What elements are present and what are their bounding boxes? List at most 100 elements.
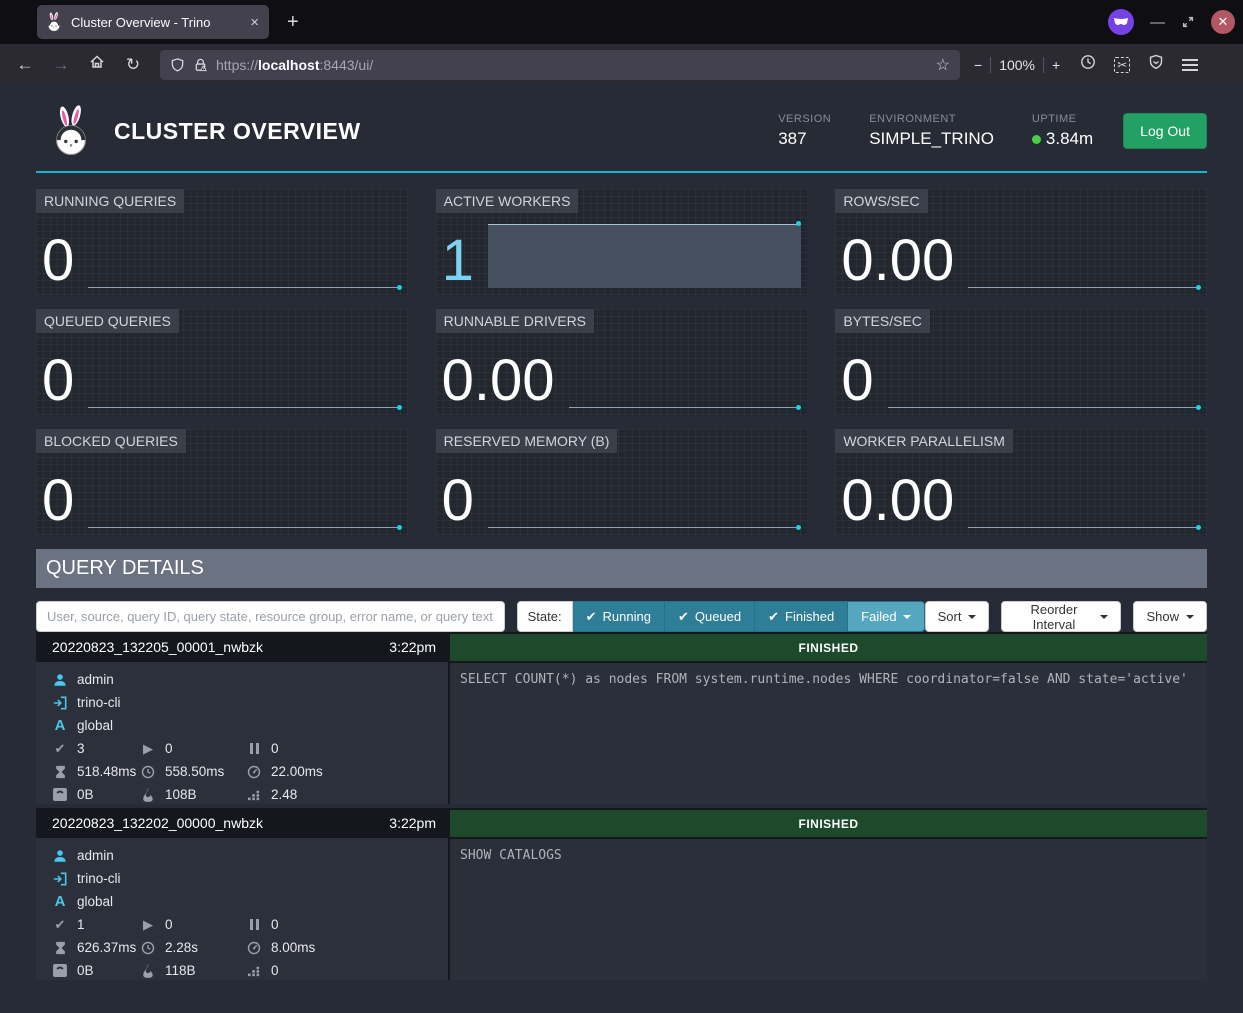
new-tab-button[interactable]: +: [287, 11, 299, 34]
stat-tiles: 0 RUNNING QUERIES 1 ACTIVE WORKERS 0.00 …: [36, 189, 1207, 536]
tab-close-icon[interactable]: ×: [248, 14, 261, 31]
uptime-block: UPTIME 3.84m: [1032, 113, 1093, 149]
queued-splits: 0: [271, 917, 279, 932]
queued-splits-pause-icon: [246, 919, 262, 930]
show-dropdown[interactable]: Show: [1133, 601, 1207, 632]
chevron-down-icon: [903, 615, 911, 619]
browser-tab[interactable]: Cluster Overview - Trino ×: [37, 5, 269, 39]
app-header: CLUSTER OVERVIEW VERSION 387 ENVIRONMENT…: [36, 85, 1207, 173]
tile-label: ACTIVE WORKERS: [436, 189, 579, 213]
cumulative-memory: 2.48: [271, 787, 297, 802]
tile-label: RESERVED MEMORY (B): [436, 429, 618, 453]
state-queued-button[interactable]: ✔ Queued: [665, 601, 755, 632]
environment-value: SIMPLE_TRINO: [869, 129, 994, 149]
tile-blocked-queries: 0 BLOCKED QUERIES: [36, 429, 408, 536]
cumulative-memory-bars-icon: [246, 965, 262, 977]
sparkline-endpoint-dot: [397, 525, 402, 530]
user-icon: [52, 673, 68, 687]
window-minimize-button[interactable]: —: [1150, 14, 1165, 31]
tile-value: 0.00: [841, 230, 954, 292]
completed-splits: 1: [77, 917, 85, 932]
window-maximize-button[interactable]: [1181, 15, 1195, 29]
zoom-level[interactable]: 100%: [999, 57, 1035, 73]
bookmark-star-icon[interactable]: ☆: [936, 55, 950, 75]
tile-reserved-memory: 0 RESERVED MEMORY (B): [436, 429, 808, 536]
logout-button[interactable]: Log Out: [1123, 113, 1207, 149]
sparkline: [569, 344, 802, 408]
query-user: admin: [77, 848, 114, 863]
state-failed-dropdown[interactable]: Failed: [848, 601, 924, 632]
sparkline-area: [488, 224, 801, 288]
lock-warning-icon[interactable]: [193, 57, 208, 73]
sparkline: [968, 224, 1201, 288]
source-signin-icon: [52, 872, 68, 886]
query-status-badge: FINISHED: [450, 810, 1207, 837]
zoom-in-icon[interactable]: +: [1052, 57, 1060, 73]
tile-worker-parallelism: 0.00 WORKER PARALLELISM: [835, 429, 1207, 536]
url-bar[interactable]: https://localhost:8443/ui/ ☆: [160, 50, 960, 80]
tile-value: 0: [42, 470, 74, 532]
query-time: 3:22pm: [389, 815, 436, 831]
tab-title: Cluster Overview - Trino: [71, 15, 248, 30]
peak-memory: 108B: [165, 787, 197, 802]
query-id-link[interactable]: 20220823_132202_00000_nwbzk: [52, 815, 263, 831]
sort-dropdown[interactable]: Sort: [925, 601, 990, 632]
cpu-time-clock-icon: [140, 941, 156, 955]
query-id-link[interactable]: 20220823_132205_00001_nwbzk: [52, 639, 263, 655]
home-icon[interactable]: [82, 54, 112, 75]
state-running-button[interactable]: ✔ Running: [573, 601, 665, 632]
sparkline-endpoint-dot: [1196, 285, 1201, 290]
execution-time-gauge-icon: [246, 941, 262, 955]
sparkline: [88, 344, 401, 408]
completed-splits: 3: [77, 741, 85, 756]
reload-icon[interactable]: ↻: [118, 55, 148, 75]
user-icon: [52, 849, 68, 863]
uptime-status-dot: [1032, 135, 1041, 144]
source-signin-icon: [52, 696, 68, 710]
tile-running-queries: 0 RUNNING QUERIES: [36, 189, 408, 296]
sparkline: [88, 464, 401, 528]
back-icon[interactable]: ←: [10, 55, 40, 75]
url-host: localhost: [258, 57, 319, 73]
check-icon: ✔: [586, 609, 597, 625]
current-memory: 0B: [77, 963, 94, 978]
url-text[interactable]: https://localhost:8443/ui/: [216, 57, 928, 73]
resource-group-icon: A: [52, 893, 68, 910]
peak-memory: 118B: [165, 963, 196, 978]
reorder-interval-dropdown[interactable]: Reorder Interval: [1001, 601, 1121, 632]
chevron-down-icon: [1100, 615, 1108, 619]
running-splits-play-icon: ▶: [140, 917, 156, 933]
state-finished-button[interactable]: ✔ Finished: [755, 601, 848, 632]
wall-time: 518.48ms: [77, 764, 136, 779]
history-clock-icon[interactable]: [1080, 54, 1096, 75]
tile-label: WORKER PARALLELISM: [835, 429, 1013, 453]
shield-check-icon[interactable]: [1148, 54, 1164, 75]
window-close-button[interactable]: ✕: [1211, 10, 1235, 34]
sparkline: [888, 344, 1201, 408]
state-filter-group: State: ✔ Running ✔ Queued ✔ Finished Fai…: [517, 601, 925, 632]
sparkline-endpoint-dot: [796, 525, 801, 530]
zoom-out-icon[interactable]: −: [974, 57, 982, 73]
version-label: VERSION: [778, 113, 831, 125]
query-resource-group: global: [77, 894, 113, 909]
query-status-badge: FINISHED: [450, 634, 1207, 661]
sparkline-endpoint-dot: [796, 405, 801, 410]
tracking-shield-icon[interactable]: [170, 57, 185, 73]
state-filter-label: State:: [517, 601, 573, 632]
forward-icon[interactable]: →: [46, 55, 76, 75]
query-search-input[interactable]: [36, 601, 505, 632]
screenshot-scissors-icon[interactable]: ✂: [1114, 57, 1130, 73]
menu-hamburger-icon[interactable]: [1182, 56, 1198, 74]
uptime-label: UPTIME: [1032, 113, 1093, 125]
execution-time: 8.00ms: [271, 940, 315, 955]
running-splits: 0: [165, 917, 173, 932]
tile-label: BLOCKED QUERIES: [36, 429, 186, 453]
uptime-value: 3.84m: [1046, 129, 1093, 149]
sparkline-endpoint-dot: [1196, 525, 1201, 530]
cumulative-memory: 0: [271, 963, 279, 978]
version-block: VERSION 387: [778, 113, 831, 149]
cumulative-memory-bars-icon: [246, 789, 262, 801]
query-source: trino-cli: [77, 871, 121, 886]
trino-logo-icon: [50, 105, 92, 157]
sparkline-endpoint-dot: [397, 405, 402, 410]
